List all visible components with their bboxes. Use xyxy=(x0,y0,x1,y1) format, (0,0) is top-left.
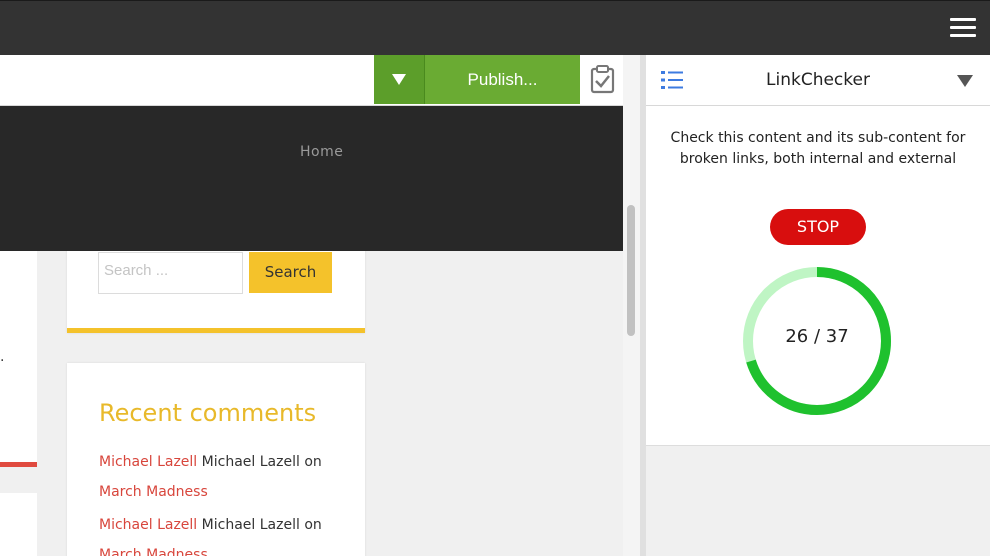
clipboard-check-icon xyxy=(590,65,615,94)
publish-options-dropdown[interactable] xyxy=(374,55,425,104)
panel-title: LinkChecker xyxy=(766,70,870,90)
clipboard-check-button[interactable] xyxy=(581,55,623,104)
chevron-down-icon[interactable] xyxy=(957,75,973,87)
linkchecker-panel-body: Check this content and its sub-content f… xyxy=(646,106,990,446)
preview-scrollbar[interactable] xyxy=(623,55,640,556)
comment-on-text: on xyxy=(304,517,322,533)
hamburger-icon[interactable] xyxy=(950,18,976,40)
comment-on-text: on xyxy=(304,454,322,470)
linkchecker-panel-header: LinkChecker xyxy=(646,55,990,106)
editor-toolbar: Publish... xyxy=(0,55,623,106)
comment-author-text: Michael Lazell xyxy=(201,517,300,533)
comment-author-link[interactable]: Michael Lazell xyxy=(99,517,197,533)
stop-button[interactable]: STOP xyxy=(770,209,866,245)
search-button[interactable]: Search xyxy=(249,252,332,293)
comment-post-link[interactable]: March Madness xyxy=(99,547,208,556)
comment-author-link[interactable]: Michael Lazell xyxy=(99,454,197,470)
site-preview: Home . Search ... Search Recent comments… xyxy=(0,106,623,556)
left-content-card xyxy=(0,226,37,467)
panel-description: Check this content and its sub-content f… xyxy=(670,130,966,167)
nav-home-link[interactable]: Home xyxy=(300,144,343,160)
caret-down-icon xyxy=(392,74,406,85)
panel-empty-area xyxy=(646,446,990,556)
left-content-card-2 xyxy=(0,493,37,556)
site-header: Home xyxy=(0,106,623,251)
publish-button[interactable]: Publish... xyxy=(425,55,580,104)
scrollbar-thumb[interactable] xyxy=(627,205,635,336)
left-card-text-fragment: . xyxy=(0,349,5,365)
comment-item: Michael Lazell Michael Lazell on March M… xyxy=(99,447,349,507)
top-bar xyxy=(0,0,990,55)
search-input[interactable]: Search ... xyxy=(98,252,243,294)
comment-item: Michael Lazell Michael Lazell on March M… xyxy=(99,510,349,556)
comment-post-link[interactable]: March Madness xyxy=(99,484,208,500)
progress-label: 26 / 37 xyxy=(785,326,849,347)
recent-comments-title: Recent comments xyxy=(99,399,317,427)
recent-comments-widget: Recent comments Michael Lazell Michael L… xyxy=(67,363,365,556)
comment-author-text: Michael Lazell xyxy=(201,454,300,470)
